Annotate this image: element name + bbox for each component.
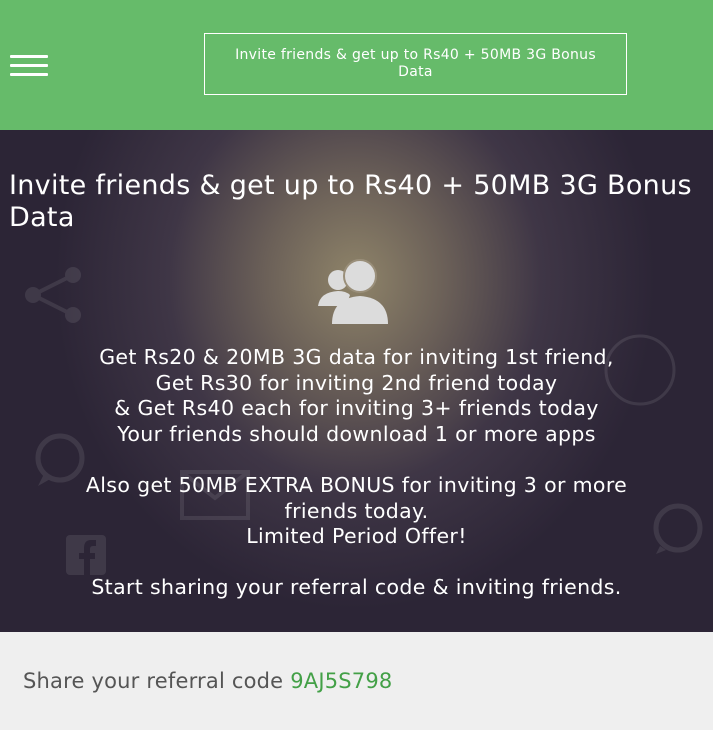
offer-line: & Get Rs40 each for inviting 3+ friends … [114, 396, 599, 421]
offer-line: friends today. [284, 498, 429, 523]
top-app-bar: Invite friends & get up to Rs40 + 50MB 3… [0, 0, 713, 130]
offer-line: Get Rs30 for inviting 2nd friend today [155, 370, 558, 395]
offer-details: Get Rs20 & 20MB 3G data for inviting 1st… [0, 345, 713, 601]
title-box: Invite friends & get up to Rs40 + 50MB 3… [204, 33, 627, 95]
hero-banner: Invite friends & get up to Rs40 + 50MB 3… [0, 130, 713, 632]
offer-line: Start sharing your referral code & invit… [91, 575, 622, 600]
offer-line: Limited Period Offer! [246, 524, 467, 549]
offer-line [0, 447, 713, 473]
offer-line [0, 550, 713, 576]
hamburger-menu-icon[interactable] [10, 55, 48, 77]
referral-code[interactable]: 9AJ5S798 [290, 669, 392, 693]
offer-line: Your friends should download 1 or more a… [117, 421, 596, 446]
share-referral-text: Share your referral code 9AJ5S798 [23, 667, 392, 695]
share-bg-icon [25, 267, 81, 323]
offer-line: Get Rs20 & 20MB 3G data for inviting 1st… [99, 345, 614, 369]
friends-icon [318, 259, 388, 324]
share-label: Share your referral code [23, 669, 284, 693]
hero-heading: Invite friends & get up to Rs40 + 50MB 3… [9, 170, 692, 233]
offer-line: Also get 50MB EXTRA BONUS for inviting 3… [85, 472, 628, 497]
share-section: Share your referral code 9AJ5S798 [0, 632, 713, 730]
